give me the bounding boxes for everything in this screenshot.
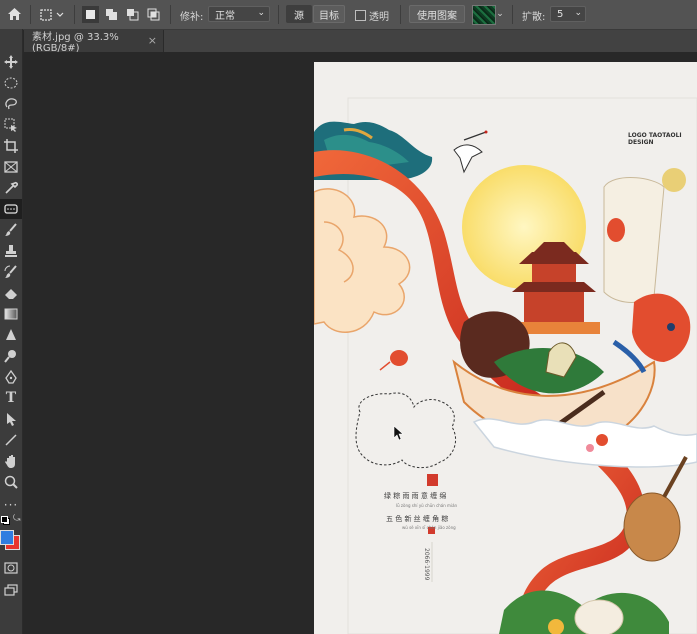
separator [400,5,401,24]
patch-mode-select[interactable]: 正常 ⌄ [208,6,270,22]
brush-tool-icon[interactable] [0,220,22,240]
separator [512,5,513,24]
document-tab-bar: 素材.jpg @ 33.3%(RGB/8#) × [24,30,697,54]
target-label: 目标 [319,10,339,22]
diffusion-value: 5 [557,8,564,20]
poster-line1-pinyin: lǜ zòng shí yǔ chūn chán mián [396,503,458,508]
use-pattern-label: 使用图案 [417,10,457,22]
tools-panel: T ··· ⤿ [0,29,23,634]
subtract-selection-icon[interactable] [124,6,141,23]
quick-mask-icon[interactable] [0,558,22,578]
type-tool-icon[interactable]: T [0,388,22,408]
use-pattern-button[interactable]: 使用图案 [409,5,465,23]
transparent-label: 透明 [369,12,389,23]
separator [74,5,75,24]
chevron-down-icon: ⌄ [574,8,582,18]
transparent-checkbox[interactable] [355,10,366,21]
document-tab-title: 素材.jpg @ 33.3%(RGB/8#) [32,32,119,54]
poster-vertical-date: 2066·1999 [423,548,430,581]
frame-tool-icon[interactable] [0,157,22,177]
zoom-tool-icon[interactable] [0,472,22,492]
chevron-down-icon: ⌄ [257,8,265,18]
document-tab[interactable]: 素材.jpg @ 33.3%(RGB/8#) × [24,30,164,54]
gradient-tool-icon[interactable] [0,304,22,324]
poster-line2: 五 色 新 丝 缠 角 粽 [386,515,449,523]
patch-mode-value: 正常 [215,10,235,22]
separator [278,5,279,24]
close-icon[interactable]: × [148,34,157,47]
new-selection-icon[interactable] [82,6,99,23]
default-colors-icon[interactable] [1,516,10,525]
foreground-color-swatch[interactable] [0,530,14,545]
diffusion-label: 扩散: [522,12,546,23]
dodge-tool-icon[interactable] [0,346,22,366]
intersect-selection-icon[interactable] [145,6,162,23]
source-label: 源 [294,10,304,22]
target-button[interactable]: 目标 [313,5,345,23]
options-bar: 修补: 正常 ⌄ 源 目标 透明 使用图案 ⌄ 扩散: 5 ⌄ [0,0,697,30]
home-icon[interactable] [5,5,23,23]
poster-artwork [314,97,697,634]
poster-logo: LOGO TAOTAOLI DESIGN [628,132,682,146]
object-selection-tool-icon[interactable] [0,115,22,135]
lasso-tool-icon[interactable] [0,94,22,114]
crop-tool-icon[interactable] [0,136,22,156]
chevron-down-icon[interactable]: ⌄ [495,8,505,20]
patch-label: 修补: [180,12,204,23]
separator [30,5,31,24]
eraser-tool-icon[interactable] [0,283,22,303]
pattern-swatch[interactable] [472,5,496,25]
move-tool-icon[interactable] [0,52,22,72]
line-tool-icon[interactable] [0,430,22,450]
patch-tool-icon[interactable] [0,199,22,219]
history-brush-tool-icon[interactable] [0,262,22,282]
eyedropper-tool-icon[interactable] [0,178,22,198]
add-selection-icon[interactable] [103,6,120,23]
poster-line2-pinyin: wǔ sè xīn sī chán jiǎo zòng [402,525,456,530]
separator [170,5,171,24]
path-selection-tool-icon[interactable] [0,409,22,429]
source-button[interactable]: 源 [286,5,312,23]
pen-tool-icon[interactable] [0,367,22,387]
more-tools-icon[interactable]: ··· [0,495,22,515]
patch-tool-preset-icon[interactable] [36,6,66,23]
swap-colors-icon[interactable]: ⤿ [13,515,22,524]
diffusion-select[interactable]: 5 ⌄ [550,6,586,22]
poster-line1: 绿 粽 雨 雨 意 缠 绵 [384,492,447,500]
blur-tool-icon[interactable] [0,325,22,345]
hand-tool-icon[interactable] [0,451,22,471]
clone-stamp-tool-icon[interactable] [0,241,22,261]
document-canvas[interactable]: LOGO TAOTAOLI DESIGN 绿 粽 雨 雨 意 缠 绵 lǜ zò… [314,62,697,634]
screen-mode-icon[interactable] [0,580,22,600]
marquee-tool-icon[interactable] [0,73,22,93]
